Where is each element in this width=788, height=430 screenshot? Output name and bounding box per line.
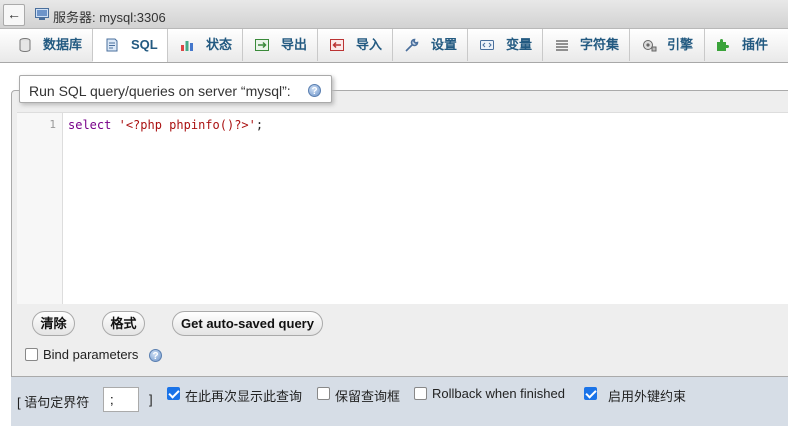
tab-engines[interactable]: 引擎 — [630, 29, 705, 61]
title-bar: ← 服务器: mysql:3306 — [0, 0, 788, 29]
tab-label: 变量 — [506, 37, 533, 52]
sql-editor[interactable]: 1 select '<?php phpinfo()?>'; — [17, 112, 788, 304]
tab-variables[interactable]: 变量 — [468, 29, 543, 61]
clear-button[interactable]: 清除 — [32, 311, 75, 336]
foreign-key-checks-label: 启用外键约束 — [608, 389, 687, 404]
tab-label: 字符集 — [580, 37, 620, 52]
wrench-icon — [405, 38, 419, 52]
window-title: 服务器: mysql:3306 — [53, 10, 166, 25]
charset-icon — [556, 40, 568, 51]
bind-parameters-label: Bind parameters — [43, 347, 139, 362]
code-keyword: select — [68, 118, 112, 132]
tab-label: 状态 — [206, 37, 233, 52]
tab-plugins[interactable]: 插件 — [705, 29, 788, 61]
tab-label: 插件 — [742, 37, 769, 52]
bind-parameters-help-icon[interactable]: ? — [149, 349, 162, 362]
tab-label: 数据库 — [43, 37, 83, 52]
engine-icon — [643, 40, 657, 52]
tab-charsets[interactable]: 字符集 — [543, 29, 630, 61]
import-icon — [330, 39, 344, 51]
tab-label: 设置 — [431, 37, 458, 52]
tab-label: SQL — [131, 37, 158, 52]
legend-text: Run SQL query/queries on server “mysql”: — [29, 83, 291, 99]
rollback-label: Rollback when finished — [432, 386, 565, 401]
show-query-again-checkbox[interactable] — [167, 387, 180, 400]
show-query-again-label: 在此再次显示此查询 — [185, 389, 303, 404]
database-icon — [19, 38, 31, 53]
bind-parameters-checkbox[interactable] — [25, 348, 38, 361]
plugin-icon — [717, 39, 729, 51]
tab-sql[interactable]: SQL — [93, 29, 168, 62]
retain-query-box-checkbox[interactable] — [317, 387, 330, 400]
tab-label: 导入 — [356, 37, 383, 52]
retain-query-box-label: 保留查询框 — [335, 389, 401, 404]
tab-status[interactable]: 状态 — [168, 29, 243, 61]
sql-icon — [106, 38, 118, 52]
status-icon — [181, 41, 193, 51]
tab-settings[interactable]: 设置 — [393, 29, 468, 61]
tab-bar: 数据库 SQL 状态 导出 导入 设置 变量 字符集 引擎 插件 — [0, 29, 788, 63]
tab-databases[interactable]: 数据库 — [0, 29, 93, 61]
delimiter-input[interactable] — [103, 387, 139, 412]
code-line[interactable]: select '<?php phpinfo()?>'; — [68, 118, 263, 132]
tab-import[interactable]: 导入 — [318, 29, 393, 61]
tab-label: 导出 — [281, 37, 308, 52]
fieldset-legend: Run SQL query/queries on server “mysql”:… — [19, 75, 332, 103]
tab-export[interactable]: 导出 — [243, 29, 318, 61]
server-icon — [35, 8, 49, 20]
back-button[interactable]: ← — [3, 4, 25, 26]
foreign-key-checks-checkbox[interactable] — [584, 387, 597, 400]
tab-label: 引擎 — [667, 37, 694, 52]
line-number: 1 — [49, 118, 56, 131]
help-icon[interactable]: ? — [308, 84, 321, 97]
code-terminator: ; — [255, 118, 264, 132]
code-string: '<?php phpinfo()?>' — [118, 118, 256, 132]
rollback-checkbox[interactable] — [414, 387, 427, 400]
export-icon — [255, 39, 269, 51]
get-autosaved-query-button[interactable]: Get auto-saved query — [172, 311, 323, 336]
variables-icon — [480, 40, 494, 50]
format-button[interactable]: 格式 — [102, 311, 145, 336]
line-number-gutter: 1 — [17, 113, 63, 304]
delimiter-bracket-close: ] — [149, 392, 153, 407]
delimiter-label: [ 语句定界符 — [17, 395, 90, 410]
